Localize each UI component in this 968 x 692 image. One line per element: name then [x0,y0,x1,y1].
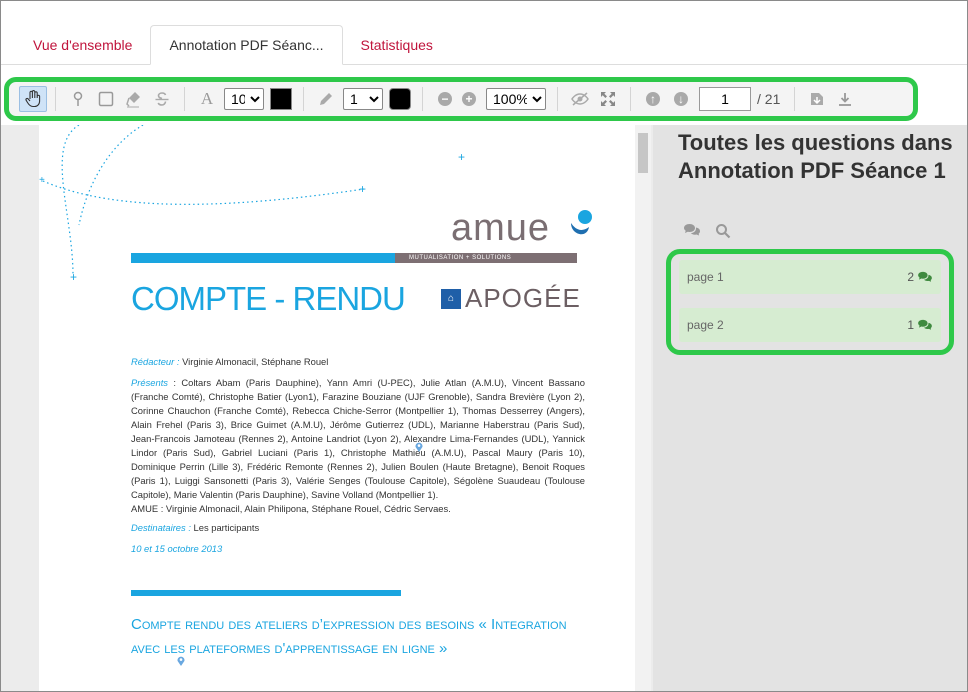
question-item-label: page 1 [687,270,724,284]
svg-text:+: + [458,150,465,164]
rectangle-icon[interactable] [92,86,120,112]
previous-page-icon[interactable]: ↑ [639,86,667,112]
question-item-label: page 2 [687,318,724,332]
highlighter-icon[interactable] [120,86,148,112]
destinataires-value: Les participants [190,522,260,533]
questions-list: page 1 2 page 2 1 [666,249,954,355]
destinataires-label: Destinataires : [131,522,191,533]
pin-icon[interactable] [64,86,92,112]
destinataires-line: Destinataires : Les participants [131,521,585,535]
zoom-in-icon[interactable]: + [455,86,483,112]
toolbar-divider [184,87,185,111]
tab-bar: Vue d'ensemble Annotation PDF Séanc... S… [1,25,967,65]
svg-text:+: + [359,182,366,196]
presents-label: Présents [131,377,168,388]
comments-icon [918,271,932,282]
redacteur-label: Rédacteur : [131,356,180,367]
questions-panel-actions [683,223,731,239]
page-number-input[interactable] [699,87,751,111]
question-item-page-1[interactable]: page 1 2 [679,260,941,294]
apogee-logo-text: APOGÉE [465,283,581,313]
toolbar-divider [557,87,558,111]
tab-overview[interactable]: Vue d'ensemble [15,25,150,65]
app-window: Vue d'ensemble Annotation PDF Séanc... S… [0,0,968,692]
toolbar-divider [794,87,796,111]
svg-text:+: + [39,175,45,186]
zoom-select[interactable]: 100% [486,88,546,110]
redacteur-line: Rédacteur : Virginie Almonacil, Stéphane… [131,355,585,369]
hand-cursor-icon[interactable] [19,86,47,112]
question-item-page-2[interactable]: page 2 1 [679,308,941,342]
annotation-pin-icon[interactable] [177,656,185,666]
question-item-count: 2 [907,270,933,284]
section-title: Compte rendu des ateliers d’expression d… [131,616,567,657]
question-count-value: 1 [907,318,914,332]
save-annotations-icon[interactable] [803,86,831,112]
presents-paragraph: Présents : Coltars Abam (Paris Dauphine)… [131,376,585,516]
font-color-swatch[interactable] [270,88,292,110]
text-font-icon[interactable]: A [193,86,221,112]
download-icon[interactable] [831,86,859,112]
toolbar-divider [630,87,631,111]
annotation-toolbar: A 10 1 − + 100% ↑ ↓ / 21 [4,77,918,121]
scrollbar-thumb[interactable] [638,133,648,173]
amue-tagline: MUTUALISATION + SOLUTIONS [409,255,512,261]
page-total: / 21 [757,91,781,107]
document-title: COMPTE - RENDU [131,280,406,317]
questions-panel: Toutes les questions dans Annotation PDF… [653,125,967,691]
pdf-scrollbar[interactable] [635,125,651,691]
presents-value: : Coltars Abam (Paris Dauphine), Yann Am… [131,377,585,500]
amue-logo-mark [571,210,592,235]
tab-statistics[interactable]: Statistiques [343,25,451,65]
apogee-logo: ⌂ APOGÉE [441,283,581,314]
apogee-logo-mark: ⌂ [441,288,461,309]
tab-annotation-pdf[interactable]: Annotation PDF Séanc... [150,25,343,65]
search-icon[interactable] [715,223,731,239]
redacteur-value: Virginie Almonacil, Stéphane Rouel [179,356,329,367]
toolbar-divider [422,87,423,111]
pdf-viewer[interactable]: + + + + amue MUTUALISATION + SOLUTIONS C… [1,125,653,691]
fullscreen-icon[interactable] [594,86,622,112]
annotation-pin-icon[interactable] [415,442,423,452]
next-page-icon[interactable]: ↓ [667,86,695,112]
amue-logo: amue [451,207,551,249]
document-date: 10 et 15 octobre 2013 [131,543,223,554]
pencil-icon[interactable] [312,86,340,112]
line-width-select[interactable]: 1 [343,88,383,110]
question-count-value: 2 [907,270,914,284]
font-size-select[interactable]: 10 [224,88,264,110]
section-bar [131,590,401,596]
svg-text:+: + [70,270,77,284]
pen-color-swatch[interactable] [389,88,411,110]
toolbar-divider [55,87,56,111]
questions-panel-title: Toutes les questions dans Annotation PDF… [678,130,953,183]
amue-attendees: AMUE : Virginie Almonacil, Alain Philipo… [131,503,451,514]
toolbar-divider [303,87,304,111]
pdf-page[interactable]: + + + + amue MUTUALISATION + SOLUTIONS C… [39,125,635,691]
comments-icon [918,319,932,330]
strikethrough-icon[interactable] [148,86,176,112]
comments-icon[interactable] [683,223,701,237]
question-item-count: 1 [907,318,933,332]
header-bar-blue [131,253,397,263]
hide-annotations-icon[interactable] [566,86,594,112]
